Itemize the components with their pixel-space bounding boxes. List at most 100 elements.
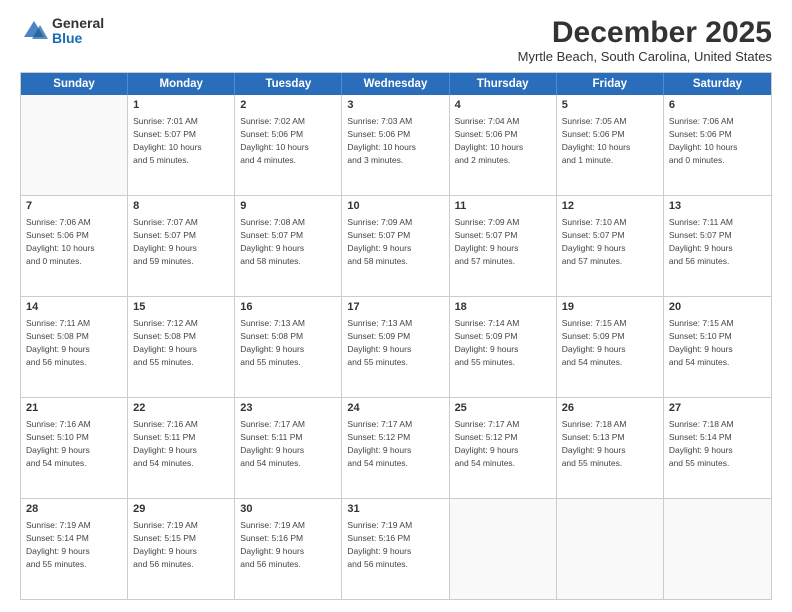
title-block: December 2025 Myrtle Beach, South Caroli… [518, 16, 772, 64]
day-number: 31 [347, 502, 443, 517]
cell-text: Sunrise: 7:06 AM Sunset: 5:06 PM Dayligh… [26, 217, 95, 266]
calendar-cell: 12 Sunrise: 7:10 AM Sunset: 5:07 PM Dayli… [557, 196, 664, 296]
calendar-row: 1 Sunrise: 7:01 AM Sunset: 5:07 PM Daylig… [21, 95, 771, 196]
cell-text: Sunrise: 7:10 AM Sunset: 5:07 PM Dayligh… [562, 217, 627, 266]
cell-text: Sunrise: 7:17 AM Sunset: 5:12 PM Dayligh… [347, 419, 412, 468]
calendar-cell: 14Sunrise: 7:11 AM Sunset: 5:08 PM Dayli… [21, 297, 128, 397]
cell-text: Sunrise: 7:09 AM Sunset: 5:07 PM Dayligh… [347, 217, 412, 266]
calendar-cell: 20Sunrise: 7:15 AM Sunset: 5:10 PM Dayli… [664, 297, 771, 397]
logo-general-text: General [52, 16, 104, 31]
calendar-cell: 1 Sunrise: 7:01 AM Sunset: 5:07 PM Daylig… [128, 95, 235, 195]
calendar-cell: 28 Sunrise: 7:19 AM Sunset: 5:14 PM Dayli… [21, 499, 128, 599]
day-number: 6 [669, 98, 766, 113]
day-number: 24 [347, 401, 443, 416]
day-number: 28 [26, 502, 122, 517]
cell-text: Sunrise: 7:19 AM Sunset: 5:15 PM Dayligh… [133, 520, 198, 569]
calendar-cell: 26 Sunrise: 7:18 AM Sunset: 5:13 PM Dayli… [557, 398, 664, 498]
day-number: 9 [240, 199, 336, 214]
cell-text: Sunrise: 7:19 AM Sunset: 5:16 PM Dayligh… [240, 520, 305, 569]
day-number: 10 [347, 199, 443, 214]
logo-blue-text: Blue [52, 31, 104, 46]
cell-text: Sunrise: 7:16 AM Sunset: 5:10 PM Dayligh… [26, 419, 91, 468]
calendar-cell: 13 Sunrise: 7:11 AM Sunset: 5:07 PM Dayli… [664, 196, 771, 296]
calendar-cell: 24 Sunrise: 7:17 AM Sunset: 5:12 PM Dayli… [342, 398, 449, 498]
cell-text: Sunrise: 7:17 AM Sunset: 5:11 PM Dayligh… [240, 419, 305, 468]
calendar-cell: 25Sunrise: 7:17 AM Sunset: 5:12 PM Dayli… [450, 398, 557, 498]
calendar-cell: 2 Sunrise: 7:02 AM Sunset: 5:06 PM Daylig… [235, 95, 342, 195]
calendar-cell: 8 Sunrise: 7:07 AM Sunset: 5:07 PM Daylig… [128, 196, 235, 296]
month-title: December 2025 [518, 16, 772, 49]
calendar-cell: 17 Sunrise: 7:13 AM Sunset: 5:09 PM Dayli… [342, 297, 449, 397]
day-number: 26 [562, 401, 658, 416]
day-number: 21 [26, 401, 122, 416]
day-number: 20 [669, 300, 766, 315]
calendar-cell: 18Sunrise: 7:14 AM Sunset: 5:09 PM Dayli… [450, 297, 557, 397]
day-number: 22 [133, 401, 229, 416]
calendar-header-cell: Thursday [450, 73, 557, 95]
cell-text: Sunrise: 7:02 AM Sunset: 5:06 PM Dayligh… [240, 116, 309, 165]
calendar-header-cell: Monday [128, 73, 235, 95]
cell-text: Sunrise: 7:01 AM Sunset: 5:07 PM Dayligh… [133, 116, 202, 165]
cell-text: Sunrise: 7:09 AM Sunset: 5:07 PM Dayligh… [455, 217, 520, 266]
calendar-cell [21, 95, 128, 195]
day-number: 12 [562, 199, 658, 214]
cell-text: Sunrise: 7:15 AM Sunset: 5:09 PM Dayligh… [562, 318, 627, 367]
day-number: 27 [669, 401, 766, 416]
day-number: 5 [562, 98, 658, 113]
day-number: 3 [347, 98, 443, 113]
calendar-body: 1 Sunrise: 7:01 AM Sunset: 5:07 PM Daylig… [21, 95, 771, 599]
calendar-cell: 16Sunrise: 7:13 AM Sunset: 5:08 PM Dayli… [235, 297, 342, 397]
calendar-cell: 29 Sunrise: 7:19 AM Sunset: 5:15 PM Dayli… [128, 499, 235, 599]
cell-text: Sunrise: 7:13 AM Sunset: 5:09 PM Dayligh… [347, 318, 412, 367]
calendar-cell: 31 Sunrise: 7:19 AM Sunset: 5:16 PM Dayli… [342, 499, 449, 599]
calendar-header-cell: Sunday [21, 73, 128, 95]
cell-text: Sunrise: 7:18 AM Sunset: 5:14 PM Dayligh… [669, 419, 734, 468]
day-number: 13 [669, 199, 766, 214]
logo-text: General Blue [52, 16, 104, 47]
calendar-cell: 27 Sunrise: 7:18 AM Sunset: 5:14 PM Dayli… [664, 398, 771, 498]
calendar-cell: 4 Sunrise: 7:04 AM Sunset: 5:06 PM Daylig… [450, 95, 557, 195]
cell-text: Sunrise: 7:17 AM Sunset: 5:12 PM Dayligh… [455, 419, 520, 468]
cell-text: Sunrise: 7:19 AM Sunset: 5:14 PM Dayligh… [26, 520, 91, 569]
logo: General Blue [20, 16, 104, 47]
calendar-cell: 11 Sunrise: 7:09 AM Sunset: 5:07 PM Dayli… [450, 196, 557, 296]
day-number: 30 [240, 502, 336, 517]
day-number: 19 [562, 300, 658, 315]
calendar-cell: 6 Sunrise: 7:06 AM Sunset: 5:06 PM Daylig… [664, 95, 771, 195]
calendar-header-cell: Friday [557, 73, 664, 95]
calendar-cell: 19 Sunrise: 7:15 AM Sunset: 5:09 PM Dayli… [557, 297, 664, 397]
calendar-cell: 7 Sunrise: 7:06 AM Sunset: 5:06 PM Daylig… [21, 196, 128, 296]
calendar-header-cell: Wednesday [342, 73, 449, 95]
day-number: 1 [133, 98, 229, 113]
calendar-row: 28 Sunrise: 7:19 AM Sunset: 5:14 PM Dayli… [21, 499, 771, 599]
calendar-header: SundayMondayTuesdayWednesdayThursdayFrid… [21, 73, 771, 95]
calendar-cell: 23 Sunrise: 7:17 AM Sunset: 5:11 PM Dayli… [235, 398, 342, 498]
day-number: 4 [455, 98, 551, 113]
cell-text: Sunrise: 7:06 AM Sunset: 5:06 PM Dayligh… [669, 116, 738, 165]
cell-text: Sunrise: 7:05 AM Sunset: 5:06 PM Dayligh… [562, 116, 631, 165]
cell-text: Sunrise: 7:13 AM Sunset: 5:08 PM Dayligh… [240, 318, 305, 367]
cell-text: Sunrise: 7:04 AM Sunset: 5:06 PM Dayligh… [455, 116, 524, 165]
day-number: 2 [240, 98, 336, 113]
cell-text: Sunrise: 7:11 AM Sunset: 5:07 PM Dayligh… [669, 217, 733, 266]
calendar-row: 7 Sunrise: 7:06 AM Sunset: 5:06 PM Daylig… [21, 196, 771, 297]
calendar-cell: 15Sunrise: 7:12 AM Sunset: 5:08 PM Dayli… [128, 297, 235, 397]
location: Myrtle Beach, South Carolina, United Sta… [518, 49, 772, 64]
day-number: 17 [347, 300, 443, 315]
page: General Blue December 2025 Myrtle Beach,… [0, 0, 792, 612]
day-number: 8 [133, 199, 229, 214]
cell-text: Sunrise: 7:14 AM Sunset: 5:09 PM Dayligh… [455, 318, 520, 367]
cell-text: Sunrise: 7:18 AM Sunset: 5:13 PM Dayligh… [562, 419, 627, 468]
calendar-cell [450, 499, 557, 599]
cell-text: Sunrise: 7:03 AM Sunset: 5:06 PM Dayligh… [347, 116, 416, 165]
calendar-row: 21 Sunrise: 7:16 AM Sunset: 5:10 PM Dayli… [21, 398, 771, 499]
cell-text: Sunrise: 7:07 AM Sunset: 5:07 PM Dayligh… [133, 217, 198, 266]
day-number: 29 [133, 502, 229, 517]
header: General Blue December 2025 Myrtle Beach,… [20, 16, 772, 64]
cell-text: Sunrise: 7:19 AM Sunset: 5:16 PM Dayligh… [347, 520, 412, 569]
cell-text: Sunrise: 7:08 AM Sunset: 5:07 PM Dayligh… [240, 217, 305, 266]
day-number: 11 [455, 199, 551, 214]
calendar-cell: 21 Sunrise: 7:16 AM Sunset: 5:10 PM Dayli… [21, 398, 128, 498]
day-number: 23 [240, 401, 336, 416]
day-number: 7 [26, 199, 122, 214]
